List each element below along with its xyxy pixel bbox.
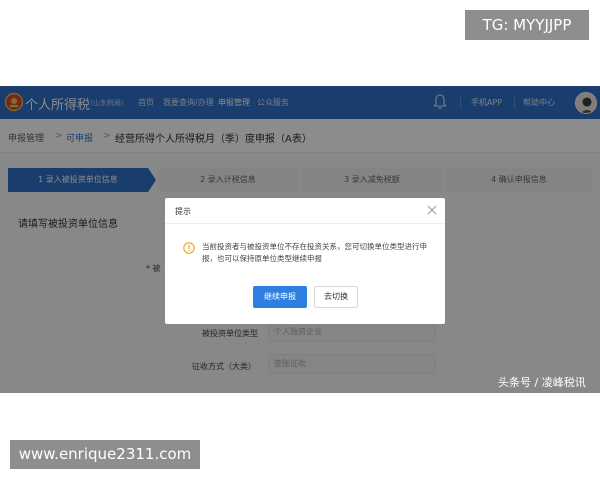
app-screenshot: 个人所得税 （山东税局） 首页 我要查询/办理 申报管理 公众服务 手机APP … <box>0 86 600 393</box>
page: TG: MYYJJPP 个人所得税 （山东税局） 首页 我要查询/办理 申报管理… <box>0 0 600 480</box>
prompt-dialog: 提示 当前投资者与被投资单位不存在投资关系，您可切换单位类型进行申报，也可以保持… <box>165 198 445 324</box>
tg-watermark-label: TG: MYYJJPP <box>465 10 589 40</box>
continue-declaration-button[interactable]: 继续申报 <box>253 286 307 308</box>
dialog-message: 当前投资者与被投资单位不存在投资关系，您可切换单位类型进行申报，也可以保持原单位… <box>202 242 427 263</box>
switch-button[interactable]: 去切换 <box>314 286 358 308</box>
source-watermark: 头条号 / 凌峰税讯 <box>498 376 586 389</box>
dialog-header: 提示 <box>165 198 445 224</box>
warning-icon <box>183 242 195 254</box>
close-icon[interactable] <box>426 204 438 216</box>
site-watermark-label: www.enrique2311.com <box>10 440 200 469</box>
dialog-title: 提示 <box>175 207 191 216</box>
